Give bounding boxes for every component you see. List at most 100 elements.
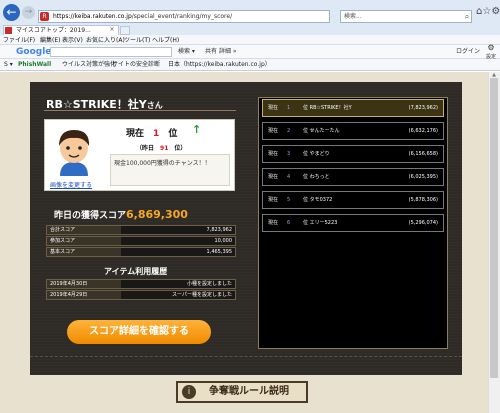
ranking-rank: 2 [287, 128, 291, 134]
toolbar-s-icon[interactable]: S ▾ [4, 60, 13, 70]
item-history-row: 2019年4月30日 小種を設定しました [46, 279, 236, 289]
url-field[interactable]: https://keiba.rakuten.co.jp/special_even… [38, 10, 330, 23]
ranking-name: 位 やまどり [303, 151, 330, 157]
ranking-rank: 3 [287, 151, 291, 157]
ranking-row[interactable]: 現在 2 位 せんたーたん (6,632,176) [262, 122, 444, 140]
menu-tools[interactable]: ツール(T) [124, 36, 150, 45]
score-row-basic: 基本スコア 1,465,395 [46, 247, 236, 257]
search-icon[interactable]: ⌕ [462, 10, 472, 23]
rules-label: 争奪戦ルール説明 [209, 386, 289, 397]
current-rank-suffix: 位 [168, 129, 178, 139]
yesterday-score-value: 6,869,300 [126, 208, 188, 221]
scrollbar-thumb[interactable] [490, 78, 498, 378]
ranking-prefix: 現在 [268, 174, 279, 180]
ranking-score: (6,156,658) [408, 151, 438, 157]
ranking-name: 位 エリー5223 [303, 220, 338, 226]
share-button[interactable]: 共有 詳細 » [205, 47, 237, 57]
ranking-row[interactable]: 現在 5 位 タモ0372 (5,878,306) [262, 191, 444, 209]
yesterday-rank-prefix: （昨日 [136, 145, 155, 152]
ranking-score: (5,878,306) [408, 197, 438, 203]
title-underline [44, 110, 236, 111]
phishwall-label[interactable]: PhishWall [18, 60, 51, 70]
score-row-value: 7,823,962 [206, 227, 232, 233]
home-star-gear-icons[interactable]: ⌂☆⚙ [476, 1, 500, 23]
current-rank-prefix: 現在 [126, 129, 145, 139]
menu-view[interactable]: 表示(V) [62, 36, 83, 45]
avatar [50, 124, 98, 176]
tab-close-icon[interactable]: × [107, 25, 117, 35]
ranking-row[interactable]: 現在 4 位 わちっと (6,025,395) [262, 168, 444, 186]
score-row-label: 参加スコア [47, 237, 121, 245]
ranking-row[interactable]: 現在 3 位 やまどり (6,156,658) [262, 145, 444, 163]
forward-button[interactable]: → [22, 6, 35, 19]
ranking-name: 位 タモ0372 [303, 197, 333, 203]
item-history-desc: 小種を設定しました [186, 281, 232, 287]
profile-honorific: さん [146, 101, 163, 110]
rank-up-arrow-icon: ↑ [192, 123, 202, 136]
ranking-score: (6,025,395) [408, 174, 438, 180]
yesterday-score-heading: 昨日の獲得スコア6,869,300 [54, 208, 188, 221]
settings-button[interactable]: ⚙ 設定 [484, 43, 498, 61]
chance-message: 現金100,000円獲得のチャンス！！ [110, 154, 230, 186]
score-row-total: 合計スコア 7,823,962 [46, 225, 236, 235]
ranking-score: (6,632,176) [408, 128, 438, 134]
ranking-name: 位 RB☆STRIKE！社Y [303, 105, 352, 111]
google-logo: Google [16, 47, 52, 57]
gear-icon: ⚙ [487, 43, 495, 52]
browser-search-input[interactable]: 検索... [340, 10, 472, 23]
menu-file[interactable]: ファイル(F) [3, 36, 35, 45]
back-button[interactable]: ← [3, 4, 20, 21]
ranking-row[interactable]: 現在 1 位 RB☆STRIKE！社Y (7,823,962) [262, 99, 444, 117]
ranking-rank: 1 [287, 105, 291, 111]
google-search-button[interactable]: 検索 ▾ [178, 47, 195, 57]
url-path: /special_event/ranking/my_score/ [131, 13, 233, 20]
menu-favorites[interactable]: お気に入り(A) [86, 36, 125, 45]
ranking-prefix: 現在 [268, 197, 279, 203]
current-rank: 現在 1 位 [126, 126, 177, 139]
login-button[interactable]: ログイン [456, 47, 480, 57]
item-history-date: 2019年4月30日 [47, 280, 121, 288]
ranking-name: 位 せんたーたん [303, 128, 340, 134]
menu-edit[interactable]: 編集(E) [40, 36, 60, 45]
site-icon: R [40, 12, 49, 21]
ranking-rank: 5 [287, 197, 291, 203]
new-tab-button[interactable] [120, 26, 130, 35]
virus-protection-link[interactable]: ウイルス対策が強化 [62, 60, 116, 70]
item-history-heading: アイテム利用履歴 [104, 267, 168, 276]
ranking-score: (5,296,074) [408, 220, 438, 226]
site-region-label: 日本（https://keiba.rakuten.co.jp） [168, 61, 271, 68]
share-label: 共有 [205, 48, 218, 55]
score-row-participation: 参加スコア 10,000 [46, 236, 236, 246]
item-history-date: 2019年4月29日 [47, 291, 121, 299]
google-search-input[interactable] [50, 47, 172, 57]
yesterday-rank-number: 91 [160, 145, 169, 152]
ranking-prefix: 現在 [268, 105, 279, 111]
site-check-link[interactable]: サイトの安全診断 [112, 60, 160, 70]
tab-favicon-icon [5, 27, 12, 34]
ranking-prefix: 現在 [268, 220, 279, 226]
url-domain: https://keiba.rakuten.co.jp [53, 13, 132, 20]
tab-active[interactable]: マイスコアトップ：2019... [3, 25, 119, 35]
score-row-value: 1,465,395 [206, 249, 232, 255]
ranking-rank: 4 [287, 174, 291, 180]
menu-help[interactable]: ヘルプ(H) [152, 36, 179, 45]
score-row-value: 10,000 [214, 238, 233, 244]
ranking-name: 位 わちっと [303, 174, 330, 180]
yesterday-rank: （昨日 91 位） [136, 143, 186, 152]
info-icon: i [182, 385, 196, 399]
more-label: 詳細 » [218, 48, 237, 55]
item-history-row: 2019年4月29日 スーパー種を設定しました [46, 290, 236, 300]
change-avatar-link[interactable]: 画像を変更する [50, 180, 92, 189]
ranking-rank: 6 [287, 220, 291, 226]
item-history-desc: スーパー種を設定しました [172, 292, 232, 298]
ranking-prefix: 現在 [268, 128, 279, 134]
ranking-score: (7,823,962) [408, 105, 438, 111]
ranking-row[interactable]: 現在 6 位 エリー5223 (5,296,074) [262, 214, 444, 232]
current-rank-number: 1 [153, 129, 160, 139]
panel-divider [30, 356, 462, 358]
score-detail-button[interactable]: スコア詳細を確認する [67, 320, 211, 344]
ranking-prefix: 現在 [268, 151, 279, 157]
score-row-label: 基本スコア [47, 248, 121, 256]
yesterday-score-label: 昨日の獲得スコア [54, 211, 127, 221]
yesterday-rank-suffix: 位） [174, 145, 187, 152]
